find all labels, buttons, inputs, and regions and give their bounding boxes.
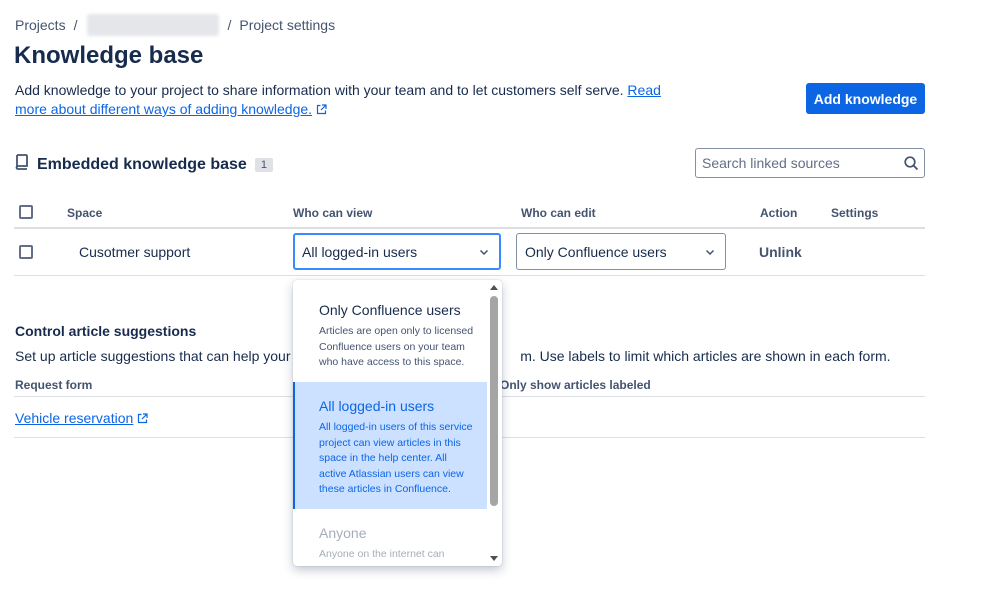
suggestions-desc-end: m. Use labels to limit which articles ar…: [520, 348, 891, 364]
who-can-view-dropdown-menu: Only Confluence users Articles are open …: [293, 280, 502, 566]
breadcrumb-project-name-redacted[interactable]: [87, 14, 220, 36]
request-form-row: Vehicle reservation: [15, 410, 148, 426]
breadcrumb: Projects / / Project settings: [15, 14, 335, 36]
chevron-down-icon: [479, 249, 489, 255]
table-header-divider: [14, 227, 925, 229]
search-linked-sources[interactable]: [695, 148, 925, 178]
page-intro: Add knowledge to your project to share i…: [15, 81, 695, 119]
col-action: Action: [760, 206, 798, 220]
breadcrumb-projects[interactable]: Projects: [15, 17, 66, 33]
select-all-checkbox[interactable]: [19, 205, 33, 219]
vehicle-reservation-link[interactable]: Vehicle reservation: [15, 410, 133, 426]
col-only-show-labeled: Only show articles labeled: [500, 378, 651, 392]
option-anyone: Anyone Anyone on the internet can: [293, 525, 487, 563]
col-who-can-view: Who can view: [293, 206, 373, 220]
suggestions-title: Control article suggestions: [15, 323, 197, 339]
breadcrumb-separator: /: [227, 17, 232, 33]
option-title: All logged-in users: [319, 398, 435, 414]
suggestions-desc-start: Set up article suggestions that can help…: [15, 348, 310, 364]
chevron-down-icon: [705, 249, 715, 255]
who-can-view-value: All logged-in users: [302, 243, 418, 260]
book-icon: [15, 154, 29, 175]
breadcrumb-current: Project settings: [239, 17, 336, 33]
option-description: Articles are open only to licensed Confl…: [319, 325, 474, 368]
option-all-logged-in-users[interactable]: All logged-in users All logged-in users …: [293, 382, 487, 509]
option-only-confluence-users[interactable]: Only Confluence users Articles are open …: [293, 302, 487, 371]
who-can-view-select[interactable]: All logged-in users: [293, 233, 501, 270]
row-checkbox[interactable]: [19, 245, 33, 259]
option-title: Anyone: [319, 525, 367, 541]
col-settings: Settings: [831, 206, 879, 220]
col-request-form: Request form: [15, 378, 93, 392]
page-title: Knowledge base: [14, 42, 204, 69]
search-icon[interactable]: [898, 155, 924, 171]
col-space: Space: [67, 206, 103, 220]
external-link-icon: [137, 411, 148, 424]
space-name: Cusotmer support: [79, 244, 191, 260]
option-description: All logged-in users of this service proj…: [319, 421, 473, 495]
breadcrumb-separator: /: [73, 17, 78, 33]
external-link-icon: [316, 101, 327, 115]
scrollbar-thumb[interactable]: [490, 296, 498, 506]
search-input[interactable]: [696, 155, 898, 171]
intro-text: Add knowledge to your project to share i…: [15, 82, 628, 98]
who-can-edit-select[interactable]: Only Confluence users: [516, 233, 726, 270]
kb-title: Embedded knowledge base: [37, 155, 247, 173]
kb-section-header: Embedded knowledge base 1: [15, 154, 273, 175]
option-description: Anyone on the internet can: [319, 548, 445, 560]
unlink-button[interactable]: Unlink: [759, 244, 802, 260]
scroll-up-arrow-icon[interactable]: [489, 282, 499, 292]
table-row-divider: [14, 275, 925, 276]
kb-count-badge: 1: [254, 157, 273, 172]
who-can-edit-value: Only Confluence users: [525, 243, 667, 260]
add-knowledge-button[interactable]: Add knowledge: [806, 83, 925, 114]
scroll-down-arrow-icon[interactable]: [489, 554, 499, 564]
option-title: Only Confluence users: [319, 302, 461, 318]
col-who-can-edit: Who can edit: [521, 206, 596, 220]
